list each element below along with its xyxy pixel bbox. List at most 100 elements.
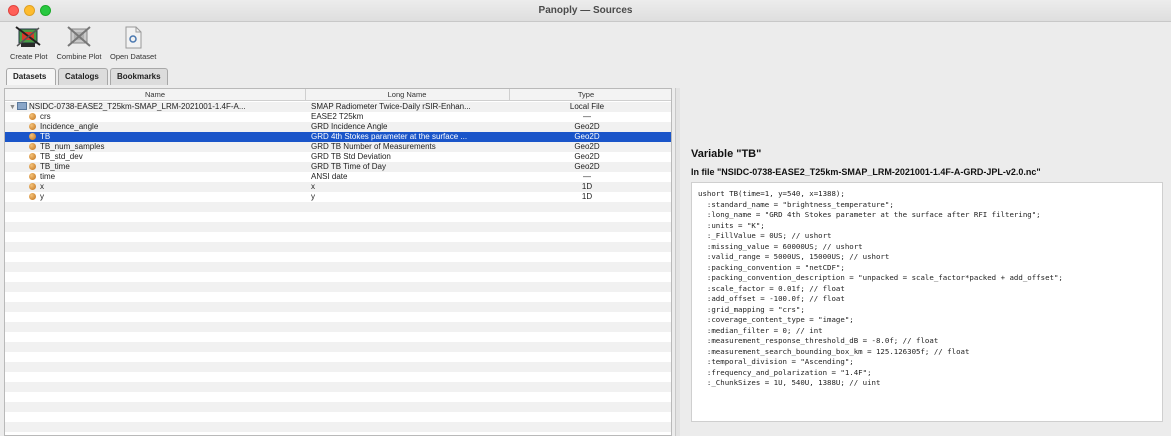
create-plot-button[interactable]: Create Plot (10, 24, 48, 61)
toolbar: Create Plot Combine Plot Open Dataset (0, 22, 1171, 66)
tab-datasets[interactable]: Datasets (6, 68, 56, 85)
title-bar: Panoply — Sources (0, 0, 1171, 22)
variable-icon (29, 113, 36, 120)
variable-long-name: y (311, 192, 315, 201)
variable-type: Geo2D (574, 122, 600, 131)
variable-long-name: GRD TB Std Deviation (311, 152, 391, 161)
variable-long-name: ANSI date (311, 172, 348, 181)
variable-name: TB_std_dev (40, 152, 83, 161)
variable-name-cell: x (9, 182, 305, 192)
variable-icon (29, 163, 36, 170)
empty-row (5, 382, 671, 392)
variable-type: — (583, 172, 591, 181)
table-row[interactable]: TB_std_dev GRD TB Std Deviation Geo2D (5, 152, 671, 162)
combine-plot-button[interactable]: Combine Plot (54, 24, 104, 61)
variable-name: TB_num_samples (40, 142, 105, 151)
tab-bookmarks[interactable]: Bookmarks (110, 68, 168, 85)
variable-icon (29, 133, 36, 140)
variable-long-name: GRD Incidence Angle (311, 122, 388, 131)
table-row[interactable]: x x 1D (5, 182, 671, 192)
variable-icon (29, 143, 36, 150)
variable-type: — (583, 112, 591, 121)
variable-icon (29, 173, 36, 180)
table-row-selected[interactable]: TB GRD 4th Stokes parameter at the surfac… (5, 132, 671, 142)
variable-detail-panel: Variable "TB" In file "NSIDC-0738-EASE2_… (681, 88, 1171, 436)
variable-name: x (40, 182, 44, 191)
column-header-name[interactable]: Name (5, 90, 305, 99)
table-row[interactable]: y y 1D (5, 192, 671, 202)
table-row[interactable]: TB_num_samples GRD TB Number of Measureme… (5, 142, 671, 152)
variable-name: crs (40, 112, 51, 121)
table-header: Name Long Name Type (5, 89, 671, 101)
column-header-long-name[interactable]: Long Name (307, 90, 507, 99)
open-dataset-label: Open Dataset (110, 52, 157, 61)
root-type: Local File (569, 102, 605, 111)
variable-icon (29, 123, 36, 130)
variable-long-name: GRD TB Time of Day (311, 162, 386, 171)
variable-title: Variable "TB" (691, 148, 762, 160)
variable-type: Geo2D (574, 132, 600, 141)
variable-name-cell: TB_num_samples (9, 142, 305, 152)
empty-row (5, 302, 671, 312)
tab-catalogs[interactable]: Catalogs (58, 68, 108, 85)
variable-name: time (40, 172, 56, 181)
column-divider[interactable] (509, 89, 510, 101)
variable-name-cell: y (9, 192, 305, 202)
variable-name-cell: crs (9, 112, 305, 122)
variable-long-name: GRD TB Number of Measurements (311, 142, 436, 151)
empty-row (5, 412, 671, 422)
empty-row (5, 232, 671, 242)
empty-row (5, 212, 671, 222)
empty-row (5, 282, 671, 292)
combine-plot-icon (64, 24, 94, 50)
table-row[interactable]: TB_time GRD TB Time of Day Geo2D (5, 162, 671, 172)
create-plot-label: Create Plot (10, 52, 48, 61)
variable-long-name: GRD 4th Stokes parameter at the surface … (311, 132, 468, 141)
variable-attributes-text: ushort TB(time=1, y=540, x=1388); :stand… (698, 189, 1063, 387)
variable-attributes-box: ushort TB(time=1, y=540, x=1388); :stand… (691, 182, 1163, 422)
root-name: NSIDC-0738-EASE2_T25km-SMAP_LRM-2021001-… (29, 102, 246, 111)
column-header-type[interactable]: Type (511, 90, 661, 99)
empty-row (5, 352, 671, 362)
open-dataset-button[interactable]: Open Dataset (110, 24, 157, 61)
window-title: Panoply — Sources (538, 5, 633, 16)
variable-type: 1D (581, 182, 593, 191)
empty-row (5, 422, 671, 432)
open-dataset-icon (117, 24, 147, 50)
variable-icon (29, 193, 36, 200)
variable-icon (29, 183, 36, 190)
variable-name: y (40, 192, 44, 201)
empty-row (5, 332, 671, 342)
table-row[interactable]: crs EASE2 T25km — (5, 112, 671, 122)
root-long-name: SMAP Radiometer Twice-Daily rSIR-Enhan..… (311, 102, 471, 111)
variable-name-cell: TB (9, 132, 305, 142)
column-divider[interactable] (305, 89, 306, 101)
file-icon (17, 102, 27, 110)
variable-type: Geo2D (574, 152, 600, 161)
variable-type: Geo2D (574, 162, 600, 171)
empty-row (5, 202, 671, 212)
variable-name: TB (40, 132, 51, 141)
create-plot-icon (13, 24, 43, 50)
variable-name: TB_time (40, 162, 70, 171)
dataset-table: Name Long Name Type ▼ NSIDC-0738-EASE2_T2… (4, 88, 672, 436)
variable-type: 1D (581, 192, 593, 201)
variable-type: Geo2D (574, 142, 600, 151)
empty-row (5, 312, 671, 322)
empty-row (5, 222, 671, 232)
empty-row (5, 392, 671, 402)
table-row-root-file[interactable]: ▼ NSIDC-0738-EASE2_T25km-SMAP_LRM-2021001… (5, 102, 671, 112)
variable-name: Incidence_angle (40, 122, 99, 131)
table-row[interactable]: time ANSI date — (5, 172, 671, 182)
variable-name-cell: Incidence_angle (9, 122, 305, 132)
split-pane-divider[interactable] (675, 88, 680, 436)
variable-name-cell: time (9, 172, 305, 182)
variable-long-name: EASE2 T25km (311, 112, 364, 121)
table-row[interactable]: Incidence_angle GRD Incidence Angle Geo2D (5, 122, 671, 132)
empty-row (5, 342, 671, 352)
variable-icon (29, 153, 36, 160)
empty-row (5, 402, 671, 412)
variable-file-line: In file "NSIDC-0738-EASE2_T25km-SMAP_LRM… (691, 167, 1041, 177)
empty-row (5, 372, 671, 382)
empty-row (5, 292, 671, 302)
